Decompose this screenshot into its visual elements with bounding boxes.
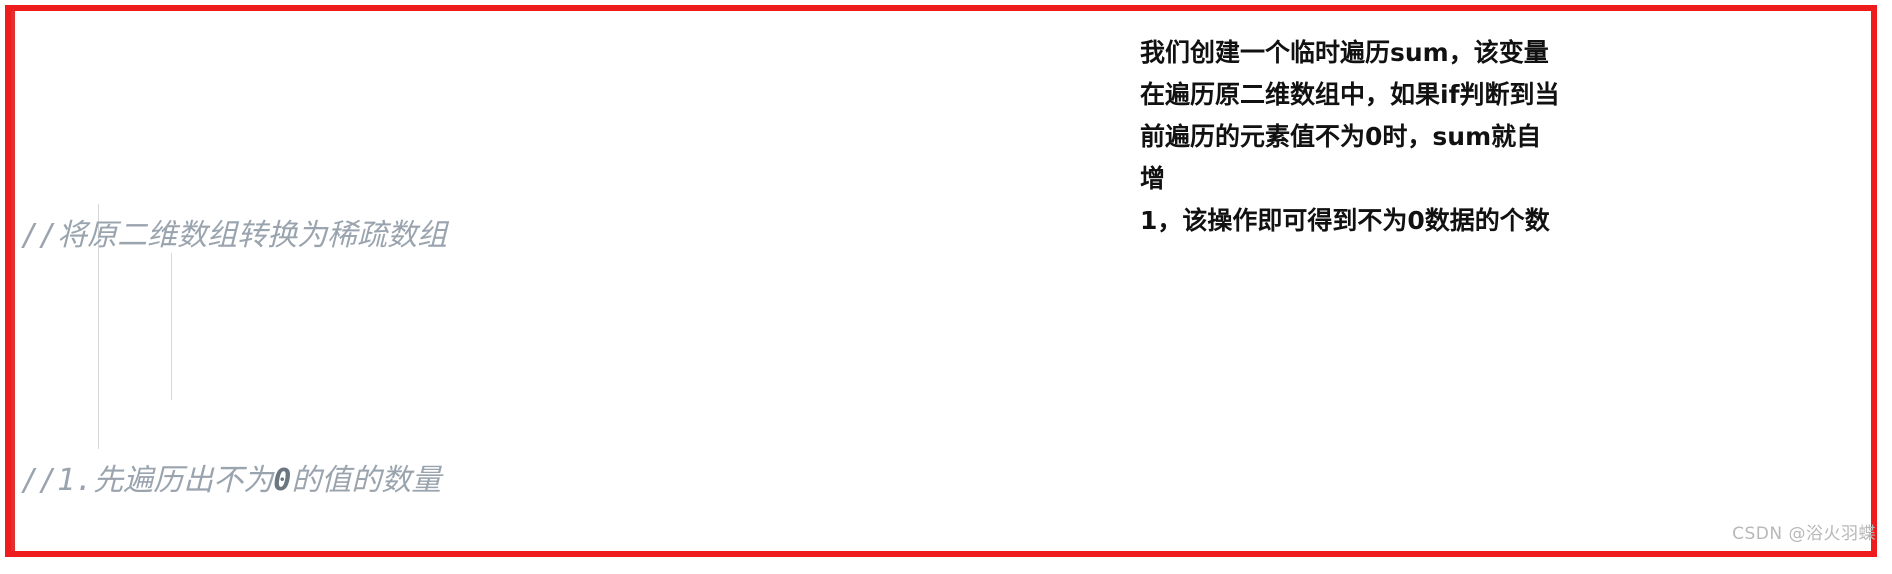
code-editor-pane[interactable]: //将原二维数组转换为稀疏数组 //1.先遍历出不为0的值的数量 int sum…: [11, 11, 1126, 551]
code-line-1: //将原二维数组转换为稀疏数组: [21, 211, 1126, 260]
explanation-note: 我们创建一个临时遍历sum，该变量 在遍历原二维数组中，如果if判断到当 前遍历…: [1140, 32, 1560, 242]
screenshot-root: //将原二维数组转换为稀疏数组 //1.先遍历出不为0的值的数量 int sum…: [0, 0, 1892, 574]
note-line-3: 前遍历的元素值不为0时，sum就自增: [1140, 122, 1542, 193]
code-line-2: //1.先遍历出不为0的值的数量: [21, 456, 1126, 505]
comment-prefix: //1.: [21, 463, 94, 498]
note-line-2: 在遍历原二维数组中，如果if判断到当: [1140, 80, 1560, 109]
note-line-4: 1，该操作即可得到不为0数据的个数: [1140, 206, 1550, 235]
comment-tail: 的值的数量: [291, 463, 442, 498]
comment-zero-literal: 0: [273, 463, 292, 498]
note-line-1: 我们创建一个临时遍历sum，该变量: [1140, 38, 1549, 67]
csdn-watermark: CSDN @浴火羽蝶: [1732, 524, 1876, 544]
clipped-next-code-line: int[][] sparseArr = new int[sum + 1][3];: [21, 553, 1121, 574]
comment-text: 先遍历出不为: [93, 463, 274, 498]
code-lines[interactable]: //将原二维数组转换为稀疏数组 //1.先遍历出不为0的值的数量 int sum…: [21, 15, 1126, 551]
comment-text: //将原二维数组转换为稀疏数组: [21, 218, 448, 253]
editor-left-marker: [11, 11, 15, 551]
